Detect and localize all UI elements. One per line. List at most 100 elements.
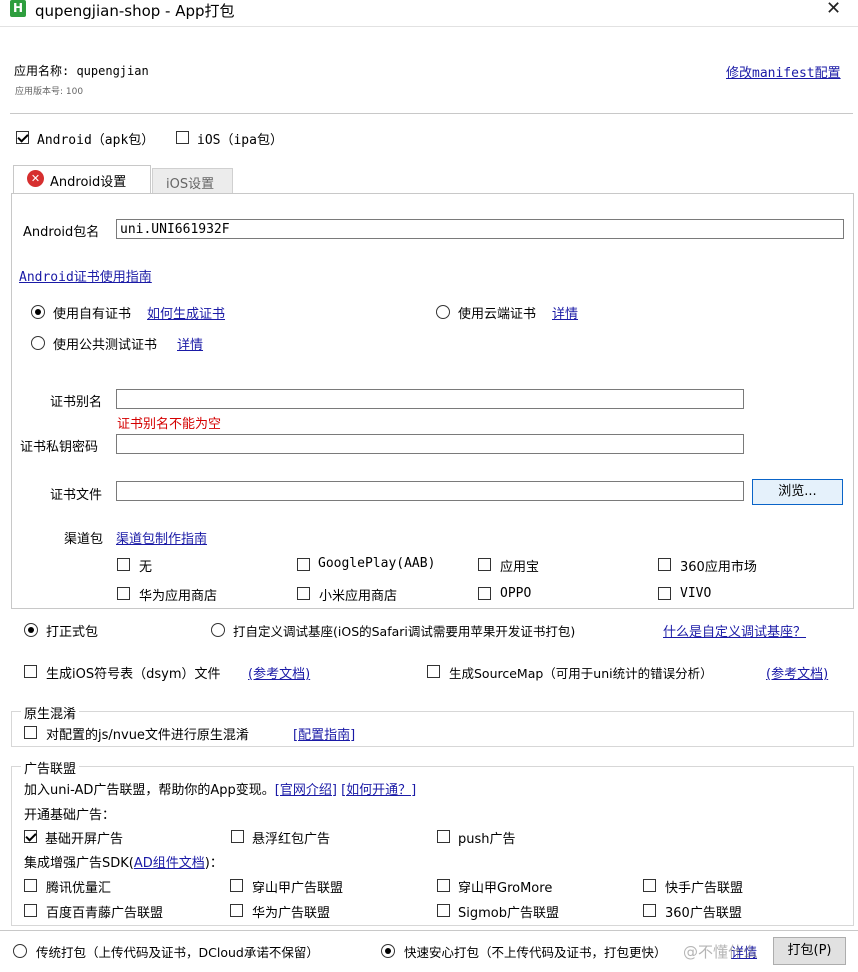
channel-checkbox-none[interactable] (117, 558, 130, 571)
custom-base-radio[interactable] (211, 623, 225, 637)
cert-file-label: 证书文件 (50, 488, 103, 503)
channel-checkbox-xiaomi[interactable] (297, 587, 310, 600)
channel-label-googleplay: GooglePlay(AAB) (318, 556, 436, 571)
channel-checkbox-360[interactable] (658, 558, 671, 571)
public-cert-radio[interactable] (31, 336, 45, 350)
titlebar-divider (0, 26, 858, 27)
sdk-title-suffix: )： (204, 856, 223, 871)
basic-ad-checkbox-float[interactable] (231, 830, 244, 843)
cert-alias-input[interactable] (116, 389, 744, 409)
tab-android-label: Android设置 (50, 175, 127, 190)
ads-how-to-link[interactable]: [如何开通？] (341, 783, 416, 798)
basic-ad-label-push: push广告 (458, 832, 516, 847)
channel-guide-link[interactable]: 渠道包制作指南 (116, 528, 207, 547)
cloud-cert-radio[interactable] (436, 305, 450, 319)
ads-intro-text: 加入uni-AD广告联盟，帮助你的App变现。 (24, 783, 275, 798)
basic-ad-checkbox-splash[interactable] (24, 830, 37, 843)
header-divider (10, 113, 853, 114)
cert-alias-label: 证书别名 (50, 395, 103, 410)
sdk-checkbox-360[interactable] (643, 904, 656, 917)
ios-platform-label: iOS（ipa包） (197, 133, 283, 148)
error-icon: ✕ (27, 170, 44, 187)
app-version: 应用版本号: 100 (15, 87, 84, 97)
sdk-checkbox-gromore[interactable] (437, 879, 450, 892)
sdk-checkbox-huawei[interactable] (230, 904, 243, 917)
dsym-checkbox[interactable] (24, 665, 37, 678)
release-build-label: 打正式包 (46, 625, 99, 640)
release-build-radio[interactable] (24, 623, 38, 637)
basic-ad-checkbox-push[interactable] (437, 830, 450, 843)
channel-checkbox-vivo[interactable] (658, 587, 671, 600)
channel-label-oppo: OPPO (500, 586, 532, 601)
traditional-pack-radio[interactable] (13, 944, 27, 958)
ads-official-link[interactable]: [官网介绍] (275, 783, 337, 798)
sdk-label-sigmob: Sigmob广告联盟 (458, 906, 559, 921)
sdk-checkbox-tencent[interactable] (24, 879, 37, 892)
sdk-label-huawei: 华为广告联盟 (252, 906, 331, 921)
cert-password-input[interactable] (116, 434, 744, 454)
channel-checkbox-oppo[interactable] (478, 587, 491, 600)
channel-label-xiaomi: 小米应用商店 (319, 589, 398, 604)
dsym-link[interactable]: (参考文档) (248, 663, 310, 682)
package-input[interactable] (116, 219, 844, 239)
traditional-pack-label: 传统打包（上传代码及证书，DCloud承诺不保留） (36, 945, 319, 960)
pack-button[interactable]: 打包(P) (773, 937, 846, 965)
sdk-checkbox-baidu[interactable] (24, 904, 37, 917)
sdk-label-tencent: 腾讯优量汇 (46, 881, 112, 896)
app-name: 应用名称: qupengjian (14, 64, 149, 78)
public-cert-label: 使用公共测试证书 (53, 338, 158, 353)
watermark: @不懂什么 (683, 943, 759, 961)
sdk-label-pangle: 穿山甲广告联盟 (252, 881, 344, 896)
package-label: Android包名 (23, 225, 100, 240)
sdk-checkbox-pangle[interactable] (230, 879, 243, 892)
browse-button[interactable]: 浏览... (752, 479, 843, 505)
obfuscation-guide-link[interactable]: [配置指南] (293, 724, 355, 743)
channel-checkbox-huawei[interactable] (117, 587, 130, 600)
fast-pack-radio[interactable] (381, 944, 395, 958)
ad-component-doc-link[interactable]: AD组件文档 (134, 856, 205, 871)
dsym-label: 生成iOS符号表（dsym）文件 (46, 667, 221, 682)
close-icon[interactable]: ✕ (826, 0, 841, 19)
tab-ios[interactable]: iOS设置 (152, 168, 233, 193)
sourcemap-link[interactable]: (参考文档) (766, 663, 828, 682)
channel-label-huawei: 华为应用商店 (139, 589, 218, 604)
sourcemap-label: 生成SourceMap（可用于uni统计的错误分析） (449, 666, 713, 681)
basic-ads-title: 开通基础广告： (24, 808, 116, 823)
obfuscation-checkbox[interactable] (24, 726, 37, 739)
own-cert-link[interactable]: 如何生成证书 (147, 303, 225, 322)
fast-pack-label: 快速安心打包（不上传代码及证书，打包更快） (404, 945, 667, 960)
android-platform-label: Android（apk包） (37, 133, 155, 148)
sdk-label-baidu: 百度百青藤广告联盟 (46, 906, 164, 921)
tab-ios-label: iOS设置 (166, 177, 215, 192)
channel-checkbox-googleplay[interactable] (297, 558, 310, 571)
manifest-link[interactable]: 修改manifest配置 (726, 62, 841, 81)
channel-label: 渠道包 (64, 532, 104, 547)
cloud-cert-link[interactable]: 详情 (552, 303, 578, 322)
ios-checkbox[interactable] (176, 131, 189, 144)
own-cert-radio[interactable] (31, 305, 45, 319)
sdk-label-kuaishou: 快手广告联盟 (665, 881, 744, 896)
channel-checkbox-yyb[interactable] (478, 558, 491, 571)
ads-intro: 加入uni-AD广告联盟，帮助你的App变现。[官网介绍] [如何开通？] (24, 779, 416, 798)
cert-guide-link[interactable]: Android证书使用指南 (19, 266, 152, 285)
sdk-label-360: 360广告联盟 (665, 906, 742, 921)
sourcemap-checkbox[interactable] (427, 665, 440, 678)
sdk-checkbox-sigmob[interactable] (437, 904, 450, 917)
tab-android[interactable]: ✕ Android设置 (13, 165, 151, 194)
public-cert-link[interactable]: 详情 (177, 334, 203, 353)
sdk-title-prefix: 集成增强广告SDK( (24, 856, 134, 871)
basic-ad-label-float: 悬浮红包广告 (252, 832, 331, 847)
sdk-checkbox-kuaishou[interactable] (643, 879, 656, 892)
custom-base-link[interactable]: 什么是自定义调试基座？ (663, 621, 806, 640)
footer-divider (0, 930, 858, 931)
basic-ad-label-splash: 基础开屏广告 (45, 832, 124, 847)
android-checkbox[interactable] (16, 131, 29, 144)
cert-password-label: 证书私钥密码 (20, 440, 99, 455)
obfuscation-title: 原生混淆 (21, 703, 80, 722)
sdk-ads-title: 集成增强广告SDK(AD组件文档)： (24, 852, 223, 871)
sdk-label-gromore: 穿山甲GroMore (458, 881, 553, 896)
own-cert-label: 使用自有证书 (53, 307, 132, 322)
cert-file-input[interactable] (116, 481, 744, 501)
cloud-cert-label: 使用云端证书 (458, 307, 537, 322)
ads-title: 广告联盟 (21, 758, 80, 777)
